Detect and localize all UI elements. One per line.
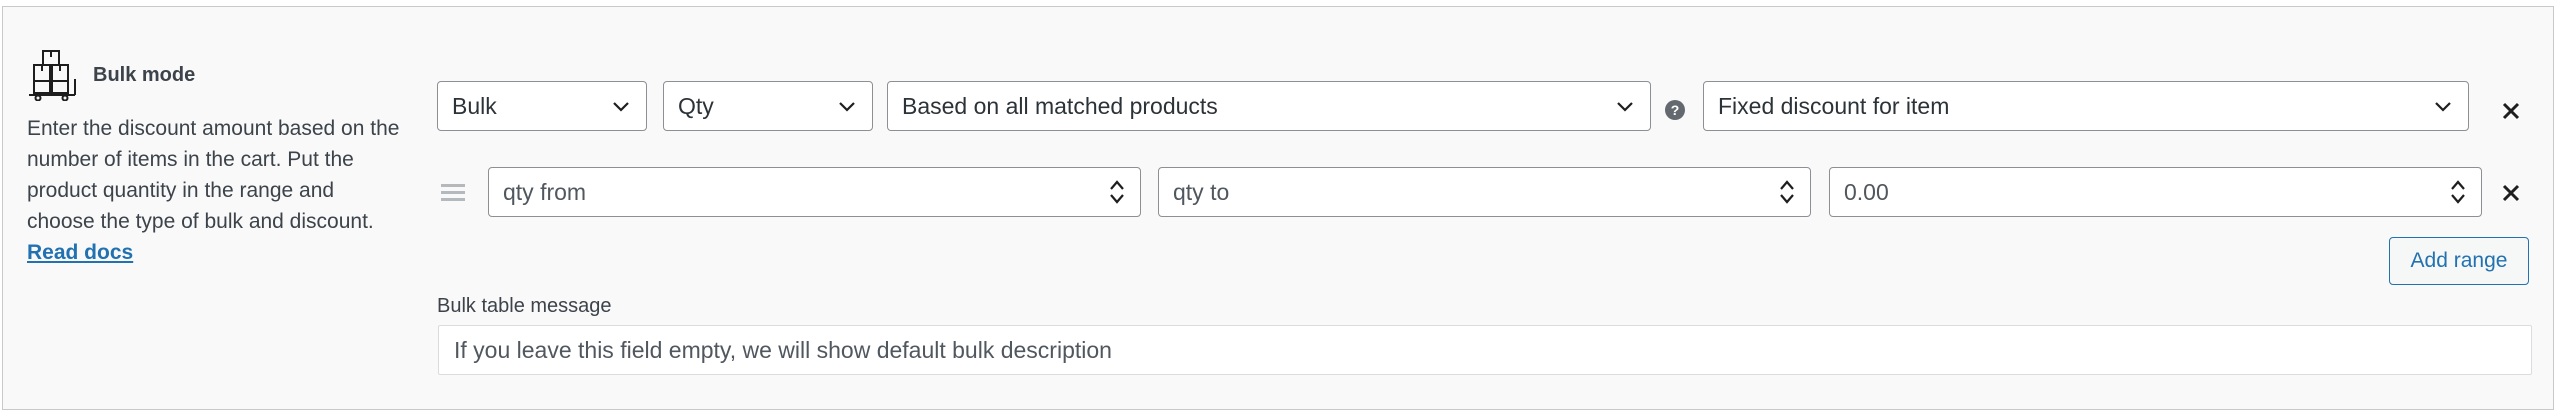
discount-value-placeholder: 0.00 (1844, 178, 1889, 205)
discount-value-input[interactable]: 0.00 (1829, 167, 2482, 217)
remove-rule-close-icon[interactable] (2497, 97, 2525, 125)
stepper-arrows-icon[interactable] (1778, 177, 1796, 207)
remove-range-close-icon[interactable] (2497, 179, 2525, 207)
bulk-table-message-input[interactable]: If you leave this field empty, we will s… (438, 325, 2532, 375)
qty-from-input[interactable]: qty from (488, 167, 1141, 217)
scope-value: Based on all matched products (902, 92, 1218, 119)
question-mark-icon[interactable]: ? (1665, 100, 1685, 120)
section-description: Enter the discount amount based on the n… (27, 117, 400, 233)
measure-select[interactable]: Qty (663, 81, 873, 131)
drag-handle-icon[interactable] (441, 184, 465, 202)
bulk-type-select[interactable]: Bulk (437, 81, 647, 131)
bulk-mode-info: Bulk mode Enter the discount amount base… (27, 47, 407, 268)
chevron-down-icon (613, 102, 629, 112)
stepper-arrows-icon[interactable] (2449, 177, 2467, 207)
add-range-button[interactable]: Add range (2389, 237, 2529, 285)
qty-from-placeholder: qty from (503, 178, 587, 205)
bulk-table-message-label: Bulk table message (437, 295, 612, 317)
chevron-down-icon (839, 102, 855, 112)
chevron-down-icon (2435, 102, 2451, 112)
qty-to-placeholder: qty to (1173, 178, 1230, 205)
discount-type-value: Fixed discount for item (1718, 92, 1950, 119)
bulk-mode-panel: Bulk mode Enter the discount amount base… (2, 6, 2554, 410)
discount-type-select[interactable]: Fixed discount for item (1703, 81, 2469, 131)
section-title: Bulk mode (93, 63, 196, 86)
qty-to-input[interactable]: qty to (1158, 167, 1811, 217)
read-docs-link[interactable]: Read docs (27, 237, 407, 268)
stepper-arrows-icon[interactable] (1108, 177, 1126, 207)
chevron-down-icon (1617, 102, 1633, 112)
scope-select[interactable]: Based on all matched products (887, 81, 1651, 131)
bulk-mode-header: Bulk mode (27, 47, 407, 103)
boxes-cart-icon (27, 49, 79, 101)
measure-value: Qty (678, 92, 714, 119)
bulk-type-value: Bulk (452, 92, 497, 119)
